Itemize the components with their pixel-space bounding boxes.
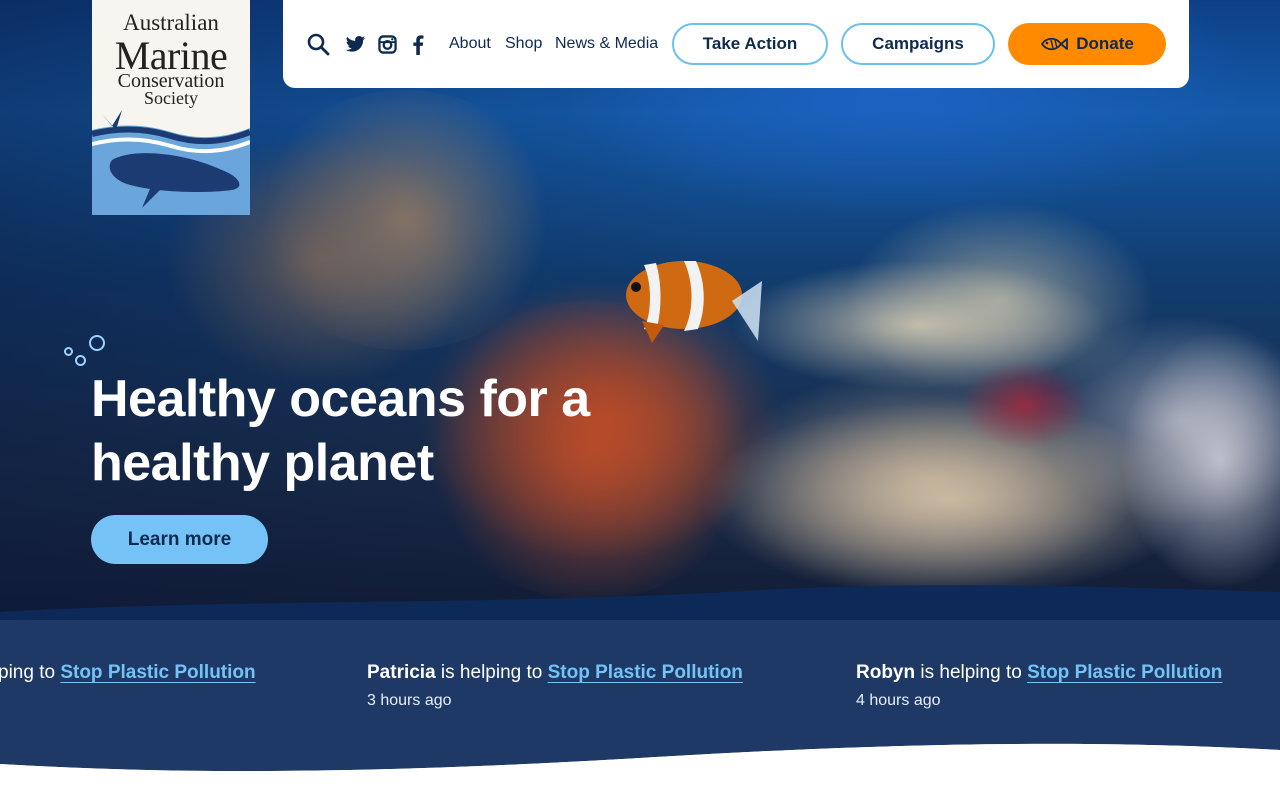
ticker-supporter-name: Robyn xyxy=(856,662,916,683)
campaigns-button[interactable]: Campaigns xyxy=(841,23,995,65)
hero-headline: Healthy oceans for a healthy planet xyxy=(91,367,711,495)
bubble-decoration xyxy=(75,355,86,366)
clownfish-icon xyxy=(626,261,762,343)
nav-link-shop[interactable]: Shop xyxy=(505,35,542,53)
campaigns-label: Campaigns xyxy=(872,34,964,53)
ticker-timestamp: 3 hours ago xyxy=(367,692,452,709)
ticker-entry: Robyn is helping to Stop Plastic Polluti… xyxy=(856,662,1222,710)
ticker-entry-text: Patricia is helping to Stop Plastic Poll… xyxy=(367,662,743,684)
site-logo[interactable]: Australian Marine Conservation Society xyxy=(92,0,250,215)
learn-more-button[interactable]: Learn more xyxy=(91,515,268,564)
take-action-button[interactable]: Take Action xyxy=(672,23,828,65)
donate-button[interactable]: Donate xyxy=(1008,23,1166,65)
donate-label: Donate xyxy=(1076,34,1134,53)
ticker-entry-text: ping to Stop Plastic Pollution xyxy=(0,662,256,684)
facebook-icon[interactable] xyxy=(412,35,424,55)
twitter-icon[interactable] xyxy=(345,35,366,54)
search-icon[interactable] xyxy=(306,32,330,56)
whale-logo-icon xyxy=(92,110,250,215)
ticker-action-text: ping to xyxy=(0,662,61,683)
bubble-decoration xyxy=(64,347,73,356)
bubble-decoration xyxy=(89,335,105,351)
top-navigation: About Shop News & Media Take Action Camp… xyxy=(283,0,1189,88)
ticker-timestamp: 4 hours ago xyxy=(856,692,941,709)
ticker-entry-text: Robyn is helping to Stop Plastic Polluti… xyxy=(856,662,1222,684)
nav-link-news-media[interactable]: News & Media xyxy=(555,35,658,53)
hero-headline-line: healthy planet xyxy=(91,434,434,492)
nav-link-about[interactable]: About xyxy=(449,35,491,53)
take-action-label: Take Action xyxy=(702,34,798,53)
ticker-cause-link[interactable]: Stop Plastic Pollution xyxy=(1027,662,1222,683)
ticker-entry: Patricia is helping to Stop Plastic Poll… xyxy=(367,662,743,710)
ticker-entry: ping to Stop Plastic Pollution xyxy=(0,662,256,684)
fish-icon xyxy=(1041,37,1069,51)
ticker-cause-link[interactable]: Stop Plastic Pollution xyxy=(548,662,743,683)
ticker-action-text: is helping to xyxy=(915,662,1028,683)
learn-more-label: Learn more xyxy=(127,528,232,550)
ticker-cause-link[interactable]: Stop Plastic Pollution xyxy=(60,662,255,683)
instagram-icon[interactable] xyxy=(378,35,397,54)
ticker-supporter-name: Patricia xyxy=(367,662,436,683)
hero-headline-line: Healthy oceans for a xyxy=(91,370,590,428)
ticker-action-text: is helping to xyxy=(435,662,548,683)
